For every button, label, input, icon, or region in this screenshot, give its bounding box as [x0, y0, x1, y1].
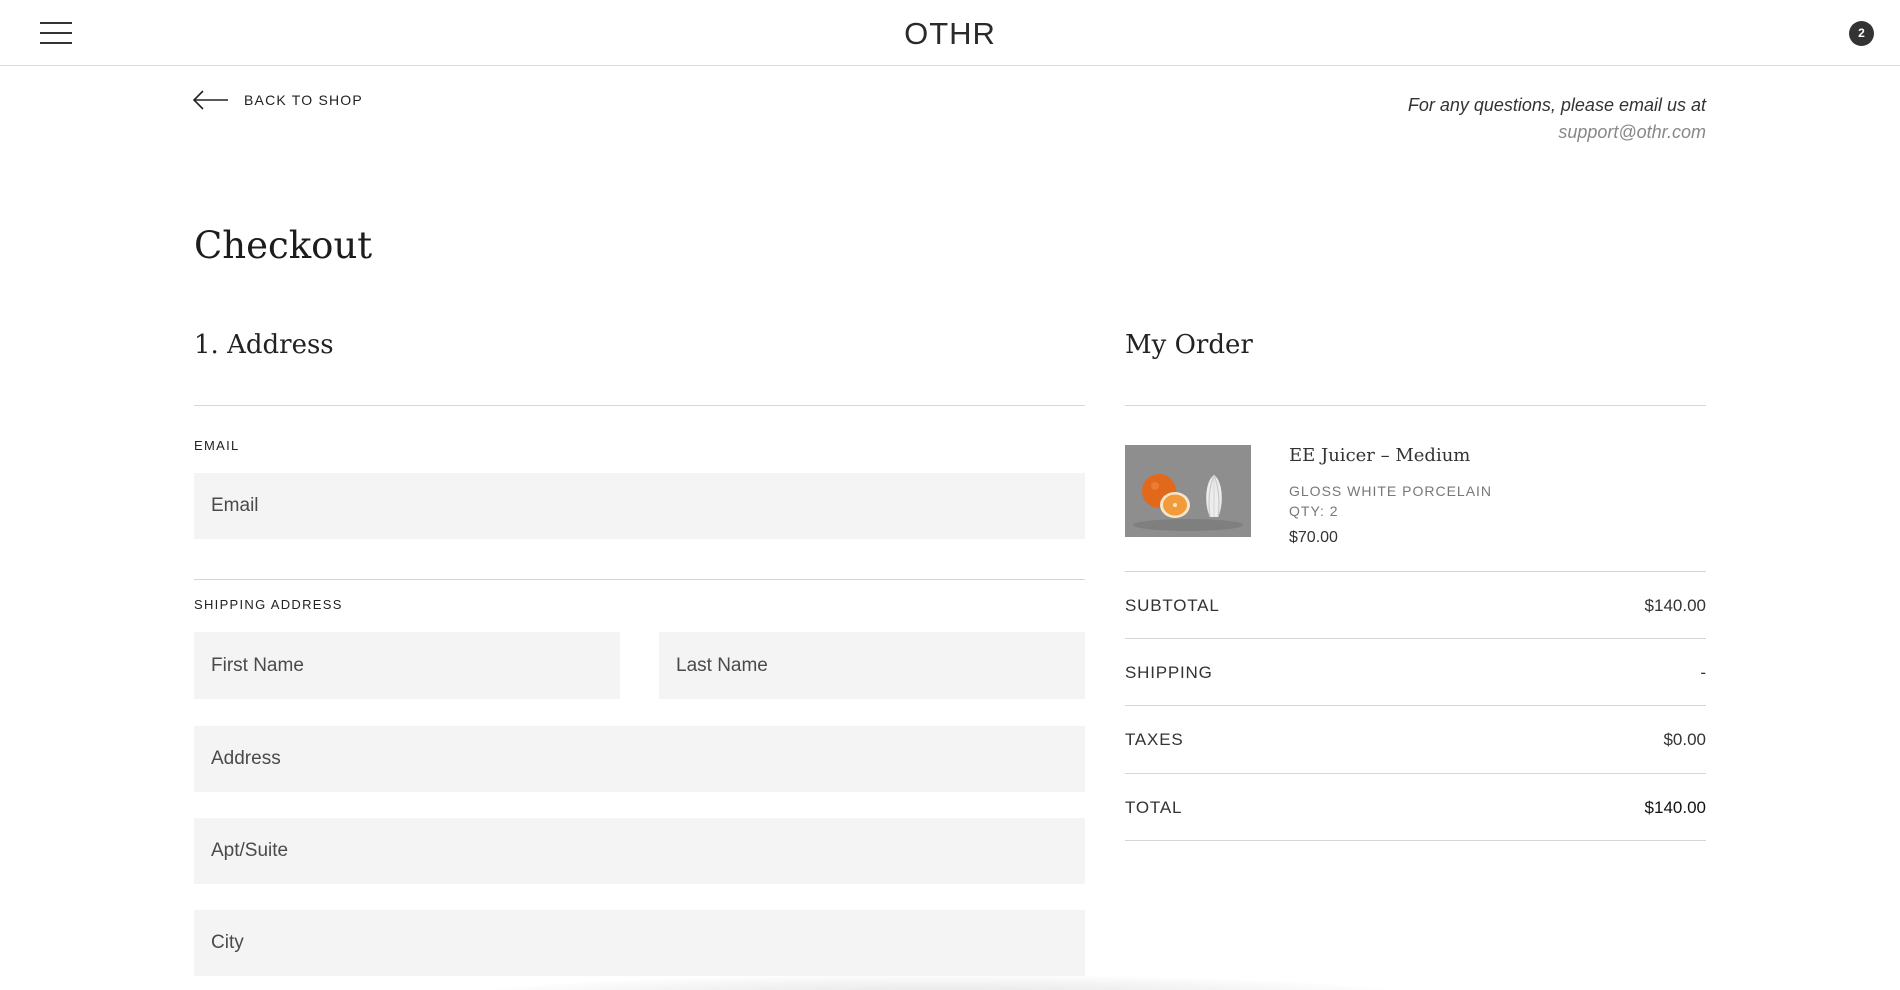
summary-divider: [1125, 773, 1706, 774]
product-image: [1125, 445, 1251, 537]
product-name[interactable]: EE Juicer – Medium: [1289, 445, 1470, 466]
menu-line: [40, 32, 72, 34]
summary-divider: [1125, 705, 1706, 706]
summary-divider: [1125, 638, 1706, 639]
support-email-link[interactable]: support@othr.com: [1408, 119, 1706, 146]
subtotal-label: SUBTOTAL: [1125, 596, 1220, 615]
order-divider: [1125, 405, 1706, 406]
shipping-label: SHIPPING: [1125, 663, 1213, 682]
product-quantity: QTY: 2: [1289, 503, 1339, 519]
address-divider: [194, 405, 1085, 406]
city-field[interactable]: City: [194, 910, 1085, 976]
product-photo: [1125, 445, 1251, 537]
shipping-value: -: [1700, 663, 1706, 682]
back-to-shop-link[interactable]: BACK TO SHOP: [193, 88, 363, 112]
taxes-label: TAXES: [1125, 730, 1184, 749]
city-placeholder: City: [211, 932, 244, 953]
floating-bar-shadow: [480, 975, 1400, 990]
page-title: Checkout: [194, 224, 373, 267]
total-value: $140.00: [1644, 798, 1706, 817]
email-divider: [194, 579, 1085, 580]
last-name-field[interactable]: Last Name: [659, 632, 1085, 699]
cart-count-badge[interactable]: 2: [1849, 21, 1874, 46]
address-field[interactable]: Address: [194, 726, 1085, 792]
hamburger-menu-icon[interactable]: [40, 22, 72, 44]
site-logo-wrapper: OTHR: [0, 16, 1900, 52]
back-to-shop-label: BACK TO SHOP: [244, 92, 363, 108]
product-variant: GLOSS WHITE PORCELAIN: [1289, 483, 1493, 499]
site-header: OTHR 2: [0, 0, 1900, 66]
email-placeholder: Email: [211, 495, 259, 516]
menu-line: [40, 22, 72, 24]
menu-line: [40, 42, 72, 44]
taxes-value: $0.00: [1663, 730, 1706, 749]
summary-divider: [1125, 571, 1706, 572]
total-label: TOTAL: [1125, 798, 1183, 817]
address-section-title: 1. Address: [194, 330, 334, 360]
first-name-placeholder: First Name: [211, 654, 304, 676]
email-label: EMAIL: [194, 438, 240, 453]
product-price: $70.00: [1289, 529, 1338, 546]
summary-divider: [1125, 840, 1706, 841]
support-text: For any questions, please email us at: [1407, 95, 1706, 115]
site-logo[interactable]: OTHR: [904, 16, 996, 51]
order-section-title: My Order: [1125, 330, 1253, 360]
last-name-placeholder: Last Name: [676, 654, 768, 676]
apt-suite-field[interactable]: Apt/Suite: [194, 818, 1085, 884]
email-field[interactable]: Email: [194, 473, 1085, 539]
first-name-field[interactable]: First Name: [194, 632, 620, 699]
arrow-left-icon: [193, 90, 228, 110]
subtotal-value: $140.00: [1644, 596, 1706, 615]
apt-suite-placeholder: Apt/Suite: [211, 840, 289, 861]
shipping-address-label: SHIPPING ADDRESS: [194, 597, 343, 612]
support-contact: For any questions, please email us at su…: [1408, 92, 1706, 146]
address-placeholder: Address: [211, 748, 281, 769]
